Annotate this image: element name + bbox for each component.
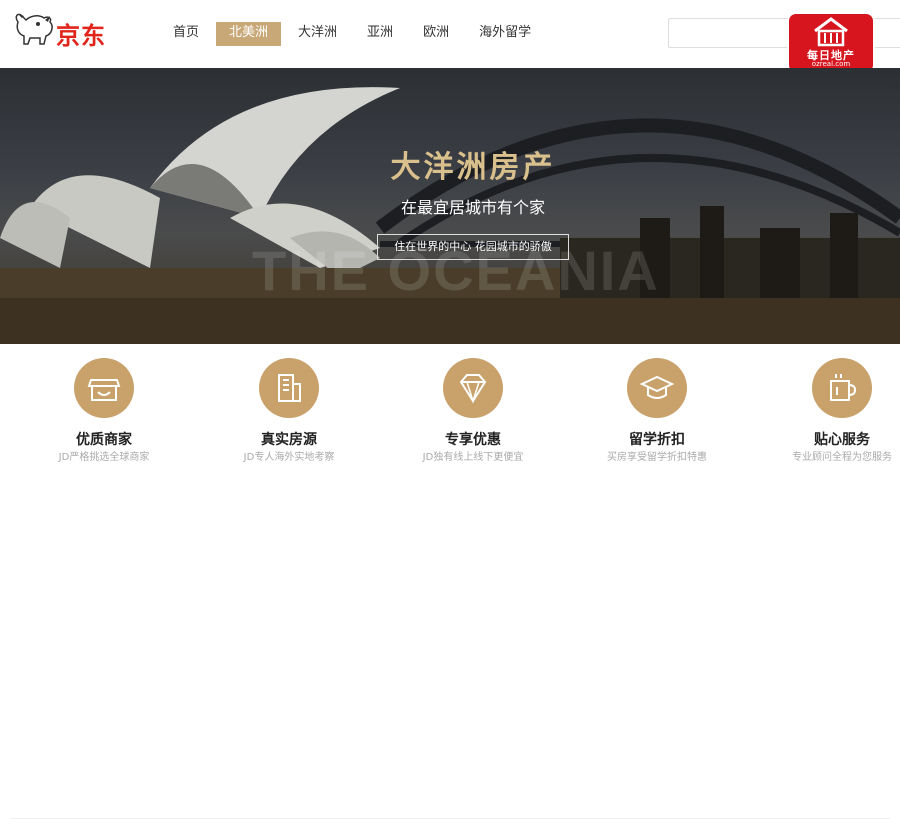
feature-title: 优质商家 <box>76 432 132 448</box>
jd-dog-mascot-icon <box>15 13 53 45</box>
feature-real-listings[interactable]: 真实房源 JD专人海外实地考察 <box>209 344 369 500</box>
house-icon <box>814 17 848 47</box>
feature-study-discount[interactable]: 留学折扣 买房享受留学折扣特惠 <box>577 344 737 500</box>
main-nav: 首页 北美洲 大洋洲 亚洲 欧洲 海外留学 <box>160 22 548 46</box>
feature-desc: 专业顾问全程为您服务 <box>792 452 892 463</box>
feature-quality-merchants[interactable]: 优质商家 JD严格挑选全球商家 <box>24 344 184 500</box>
feature-icon-circle <box>812 358 872 418</box>
graduation-cap-icon <box>639 375 675 399</box>
brand-name: 京东 <box>56 22 106 50</box>
ozreal-watermark-badge: 每日地产 ozreal.com <box>789 14 873 72</box>
feature-title: 专享优惠 <box>445 432 501 448</box>
building-icon <box>278 374 301 402</box>
nav-item-oceania[interactable]: 大洋洲 <box>285 22 350 46</box>
hero-banner[interactable]: THE OCEANIA 大洋洲房产 在最宜居城市有个家 住在世界的中心 花园城市… <box>0 68 900 344</box>
nav-item-europe[interactable]: 欧洲 <box>410 22 462 46</box>
nav-item-asia[interactable]: 亚洲 <box>354 22 406 46</box>
feature-title: 贴心服务 <box>814 432 870 448</box>
diamond-icon <box>459 374 487 404</box>
feature-icon-circle <box>74 358 134 418</box>
feature-desc: JD严格挑选全球商家 <box>58 452 150 463</box>
hero-title: 大洋洲房产 <box>390 150 556 185</box>
feature-icon-circle <box>259 358 319 418</box>
hero-subtitle: 在最宜居城市有个家 <box>400 198 545 217</box>
jd-logo[interactable]: 京东 <box>10 8 120 50</box>
feature-icon-circle <box>627 358 687 418</box>
header: 京东 首页 北美洲 大洋洲 亚洲 欧洲 海外留学 <box>0 0 900 68</box>
feature-title: 留学折扣 <box>629 432 685 448</box>
feature-title: 真实房源 <box>261 432 317 448</box>
feature-desc: JD专人海外实地考察 <box>243 452 335 463</box>
cup-icon <box>830 374 857 401</box>
nav-item-study-abroad[interactable]: 海外留学 <box>466 22 544 46</box>
badge-url: ozreal.com <box>811 60 851 68</box>
feature-desc: JD独有线上线下更便宜 <box>422 452 524 463</box>
feature-caring-service[interactable]: 贴心服务 专业顾问全程为您服务 <box>762 344 900 500</box>
feature-desc: 买房享受留学折扣特惠 <box>607 452 707 463</box>
store-icon <box>87 379 121 401</box>
hero-tagline: 住在世界的中心 花园城市的骄傲 <box>377 234 569 260</box>
features-section: 优质商家 JD严格挑选全球商家 真实房源 JD专人海外实地考察 专享优惠 JD独… <box>0 344 900 819</box>
nav-item-home[interactable]: 首页 <box>160 22 212 46</box>
nav-item-north-america[interactable]: 北美洲 <box>216 22 282 46</box>
feature-icon-circle <box>443 358 503 418</box>
feature-exclusive-offers[interactable]: 专享优惠 JD独有线上线下更便宜 <box>393 344 553 500</box>
